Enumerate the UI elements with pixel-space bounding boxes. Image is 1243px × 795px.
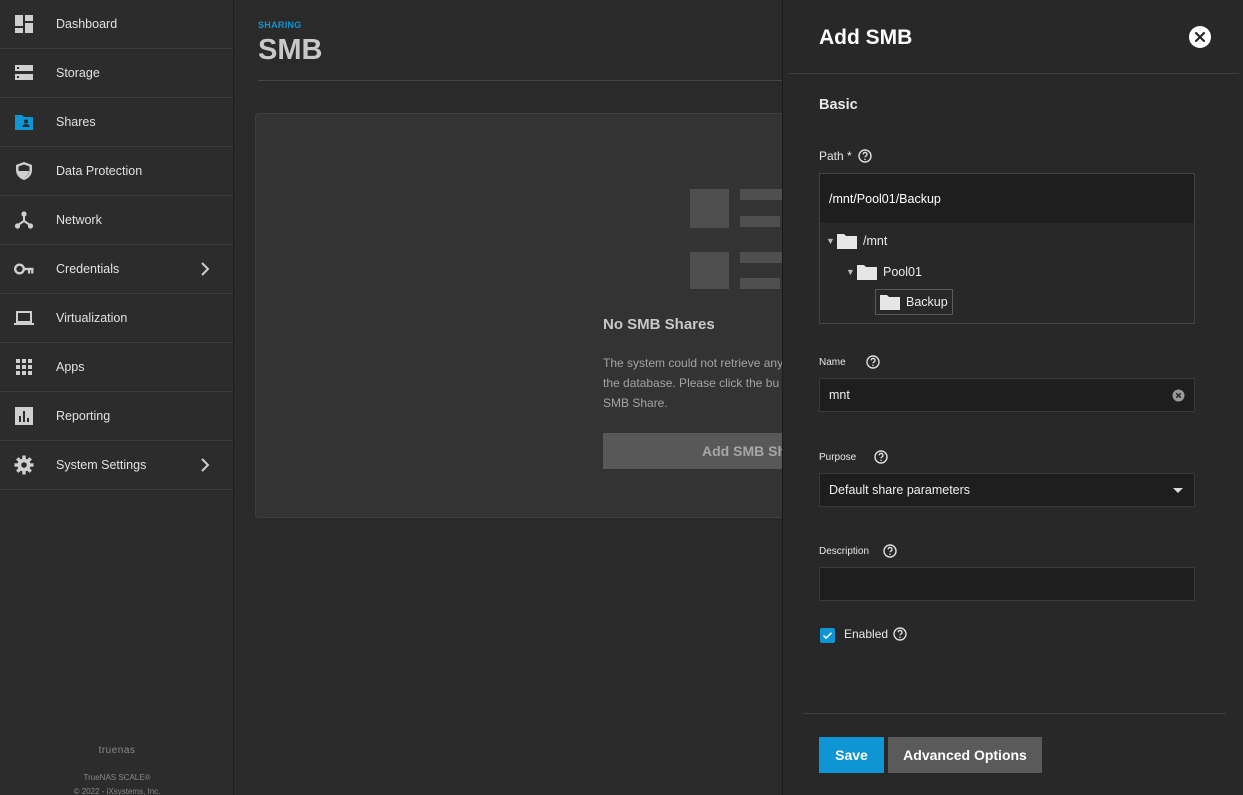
dropdown-caret-icon xyxy=(1173,488,1183,493)
chevron-right-icon xyxy=(201,262,210,276)
path-input[interactable]: /mnt/Pool01/Backup xyxy=(820,174,1194,223)
divider xyxy=(789,73,1239,74)
clear-icon[interactable] xyxy=(1172,389,1185,402)
help-icon[interactable] xyxy=(858,149,872,163)
add-smb-share-button[interactable]: Add SMB Sh xyxy=(603,433,783,469)
sidebar-item-system-settings[interactable]: System Settings xyxy=(0,441,233,490)
folder-icon xyxy=(837,233,857,249)
key-icon xyxy=(14,263,34,275)
enabled-label: Enabled xyxy=(844,627,907,641)
sidebar-item-label: Network xyxy=(56,213,102,227)
chevron-right-icon xyxy=(201,458,210,472)
breadcrumb[interactable]: SHARING xyxy=(258,20,302,30)
close-button[interactable] xyxy=(1189,26,1211,48)
divider xyxy=(258,80,807,81)
panel-title: Add SMB xyxy=(819,26,913,49)
tree-node-pool01[interactable]: ▼ Pool01 xyxy=(846,261,922,283)
sidebar-item-reporting[interactable]: Reporting xyxy=(0,392,233,441)
empty-state-text: The system could not retrieve any the da… xyxy=(603,356,783,410)
folder-icon xyxy=(857,264,877,280)
sidebar-item-data-protection[interactable]: Data Protection xyxy=(0,147,233,196)
shield-icon xyxy=(16,162,32,180)
shares-folder-icon xyxy=(15,115,33,130)
sidebar-item-label: Credentials xyxy=(56,262,120,276)
storage-icon xyxy=(15,65,33,80)
sidebar-item-label: System Settings xyxy=(56,458,147,472)
path-label: Path * xyxy=(819,149,872,163)
tree-node-backup[interactable]: Backup xyxy=(875,289,953,315)
name-label: Name xyxy=(819,355,880,369)
sidebar-item-label: Dashboard xyxy=(56,17,118,31)
laptop-icon xyxy=(14,311,34,325)
tree-node-mnt[interactable]: ▼ /mnt xyxy=(826,230,887,252)
description-input[interactable] xyxy=(819,567,1195,601)
expand-toggle-icon[interactable]: ▼ xyxy=(846,267,855,277)
checkmark-icon xyxy=(822,632,833,640)
folder-icon xyxy=(880,294,900,310)
sidebar-item-dashboard[interactable]: Dashboard xyxy=(0,0,233,49)
expand-toggle-icon[interactable]: ▼ xyxy=(826,236,835,246)
copyright-text: © 2022 - iXsystems, Inc. xyxy=(73,787,161,795)
sidebar-item-apps[interactable]: Apps xyxy=(0,343,233,392)
purpose-select[interactable]: Default share parameters xyxy=(819,473,1195,507)
purpose-label: Purpose xyxy=(819,450,888,464)
advanced-options-button[interactable]: Advanced Options xyxy=(888,737,1042,773)
section-heading-basic: Basic xyxy=(819,97,858,113)
sidebar-item-label: Reporting xyxy=(56,409,111,423)
empty-state-title: No SMB Shares xyxy=(603,316,715,333)
divider xyxy=(803,713,1226,714)
sidebar: Dashboard Storage Shares Data Protection… xyxy=(0,0,234,795)
apps-grid-icon xyxy=(16,359,32,375)
truenas-logo: truenas xyxy=(98,745,136,756)
name-input[interactable]: mnt xyxy=(819,378,1195,412)
dashboard-icon xyxy=(15,15,33,33)
path-explorer: /mnt/Pool01/Backup ▼ /mnt ▼ Pool01 Backu… xyxy=(819,173,1195,324)
chart-icon xyxy=(15,407,33,425)
save-button[interactable]: Save xyxy=(819,737,884,773)
gear-icon xyxy=(14,455,34,475)
help-icon[interactable] xyxy=(883,544,897,558)
sidebar-item-network[interactable]: Network xyxy=(0,196,233,245)
close-icon xyxy=(1194,31,1206,43)
sidebar-item-label: Shares xyxy=(56,115,96,129)
help-icon[interactable] xyxy=(874,450,888,464)
help-icon[interactable] xyxy=(893,627,907,641)
sidebar-item-label: Virtualization xyxy=(56,311,128,325)
sidebar-item-label: Data Protection xyxy=(56,164,143,178)
sidebar-item-label: Storage xyxy=(56,66,100,80)
sidebar-item-shares[interactable]: Shares xyxy=(0,98,233,147)
network-icon xyxy=(14,211,34,229)
version-text: TrueNAS SCALE® xyxy=(83,773,151,782)
add-smb-panel: Add SMB Basic Path * /mnt/Pool01/Backup … xyxy=(782,0,1243,795)
sidebar-item-label: Apps xyxy=(56,360,85,374)
help-icon[interactable] xyxy=(865,355,880,369)
sidebar-item-credentials[interactable]: Credentials xyxy=(0,245,233,294)
description-label: Description xyxy=(819,544,897,558)
enabled-checkbox[interactable] xyxy=(820,628,835,643)
sidebar-item-storage[interactable]: Storage xyxy=(0,49,233,98)
page-title: SMB xyxy=(258,34,323,66)
sidebar-item-virtualization[interactable]: Virtualization xyxy=(0,294,233,343)
